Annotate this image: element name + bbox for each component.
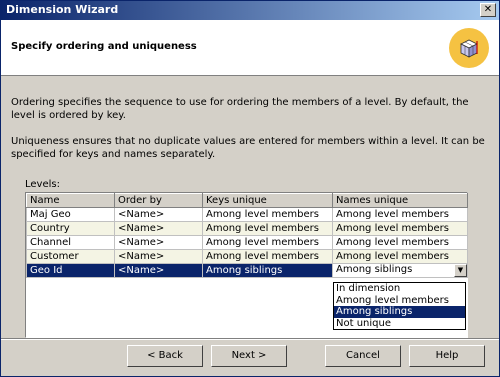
cell-names-unique[interactable]: Among level members bbox=[332, 221, 468, 236]
footer-separator bbox=[1, 338, 499, 340]
names-unique-combobox[interactable]: Among siblings ▼ bbox=[334, 264, 467, 277]
table-row-selected[interactable]: Geo Id <Name> Among siblings Among sibli… bbox=[26, 263, 468, 278]
cell-names-unique[interactable]: Among level members bbox=[332, 249, 468, 264]
dropdown-arrow-icon[interactable]: ▼ bbox=[454, 264, 467, 277]
wizard-header: Specify ordering and uniqueness bbox=[1, 20, 499, 76]
cell-names-unique[interactable]: Among level members bbox=[332, 235, 468, 250]
cell-keys-unique[interactable]: Among siblings bbox=[202, 263, 333, 278]
column-header-name[interactable]: Name bbox=[26, 193, 115, 208]
window-title: Dimension Wizard bbox=[6, 3, 119, 16]
cell-names-unique[interactable]: Among level members bbox=[332, 207, 468, 222]
cell-order-by[interactable]: <Name> bbox=[114, 235, 203, 250]
names-unique-dropdown-list[interactable]: In dimension Among level members Among s… bbox=[333, 282, 466, 330]
cube-icon bbox=[449, 28, 489, 68]
dropdown-option-in-dimension[interactable]: In dimension bbox=[334, 283, 465, 295]
help-button[interactable]: Help bbox=[409, 345, 485, 367]
cell-name[interactable]: Channel bbox=[26, 235, 115, 250]
cell-name[interactable]: Geo Id bbox=[26, 263, 115, 278]
uniqueness-description: Uniqueness ensures that no duplicate val… bbox=[11, 136, 485, 160]
cell-keys-unique[interactable]: Among level members bbox=[202, 207, 333, 222]
ordering-description: Ordering specifies the sequence to use f… bbox=[11, 97, 469, 121]
combobox-value: Among siblings bbox=[336, 264, 413, 276]
back-button[interactable]: < Back bbox=[127, 345, 203, 367]
dropdown-option-among-level-members[interactable]: Among level members bbox=[334, 295, 465, 307]
cell-order-by[interactable]: <Name> bbox=[114, 207, 203, 222]
cell-name[interactable]: Customer bbox=[26, 249, 115, 264]
cell-name[interactable]: Maj Geo bbox=[26, 207, 115, 222]
dimension-wizard-window: Dimension Wizard ✕ Specify ordering and … bbox=[0, 0, 500, 377]
column-header-keys-unique[interactable]: Keys unique bbox=[202, 193, 333, 208]
dropdown-option-not-unique[interactable]: Not unique bbox=[334, 318, 465, 330]
next-button[interactable]: Next > bbox=[211, 345, 287, 367]
cell-order-by[interactable]: <Name> bbox=[114, 249, 203, 264]
table-row[interactable]: Country <Name> Among level members Among… bbox=[26, 221, 468, 236]
names-unique-combo-cell[interactable]: Among siblings ▼ bbox=[332, 263, 468, 278]
page-title: Specify ordering and uniqueness bbox=[11, 41, 197, 52]
column-header-order-by[interactable]: Order by bbox=[114, 193, 203, 208]
grid-header-row: Name Order by Keys unique Names unique bbox=[26, 193, 468, 208]
column-header-names-unique[interactable]: Names unique bbox=[332, 193, 468, 208]
table-row[interactable]: Customer <Name> Among level members Amon… bbox=[26, 249, 468, 264]
dropdown-option-among-siblings[interactable]: Among siblings bbox=[334, 306, 465, 318]
title-bar: Dimension Wizard ✕ bbox=[1, 1, 499, 20]
cell-name[interactable]: Country bbox=[26, 221, 115, 236]
cell-keys-unique[interactable]: Among level members bbox=[202, 249, 333, 264]
cancel-button[interactable]: Cancel bbox=[325, 345, 401, 367]
cell-keys-unique[interactable]: Among level members bbox=[202, 235, 333, 250]
cell-order-by[interactable]: <Name> bbox=[114, 221, 203, 236]
table-row[interactable]: Maj Geo <Name> Among level members Among… bbox=[26, 207, 468, 222]
cell-order-by[interactable]: <Name> bbox=[114, 263, 203, 278]
cell-keys-unique[interactable]: Among level members bbox=[202, 221, 333, 236]
close-button[interactable]: ✕ bbox=[480, 3, 496, 17]
table-row[interactable]: Channel <Name> Among level members Among… bbox=[26, 235, 468, 250]
levels-label: Levels: bbox=[25, 179, 60, 190]
